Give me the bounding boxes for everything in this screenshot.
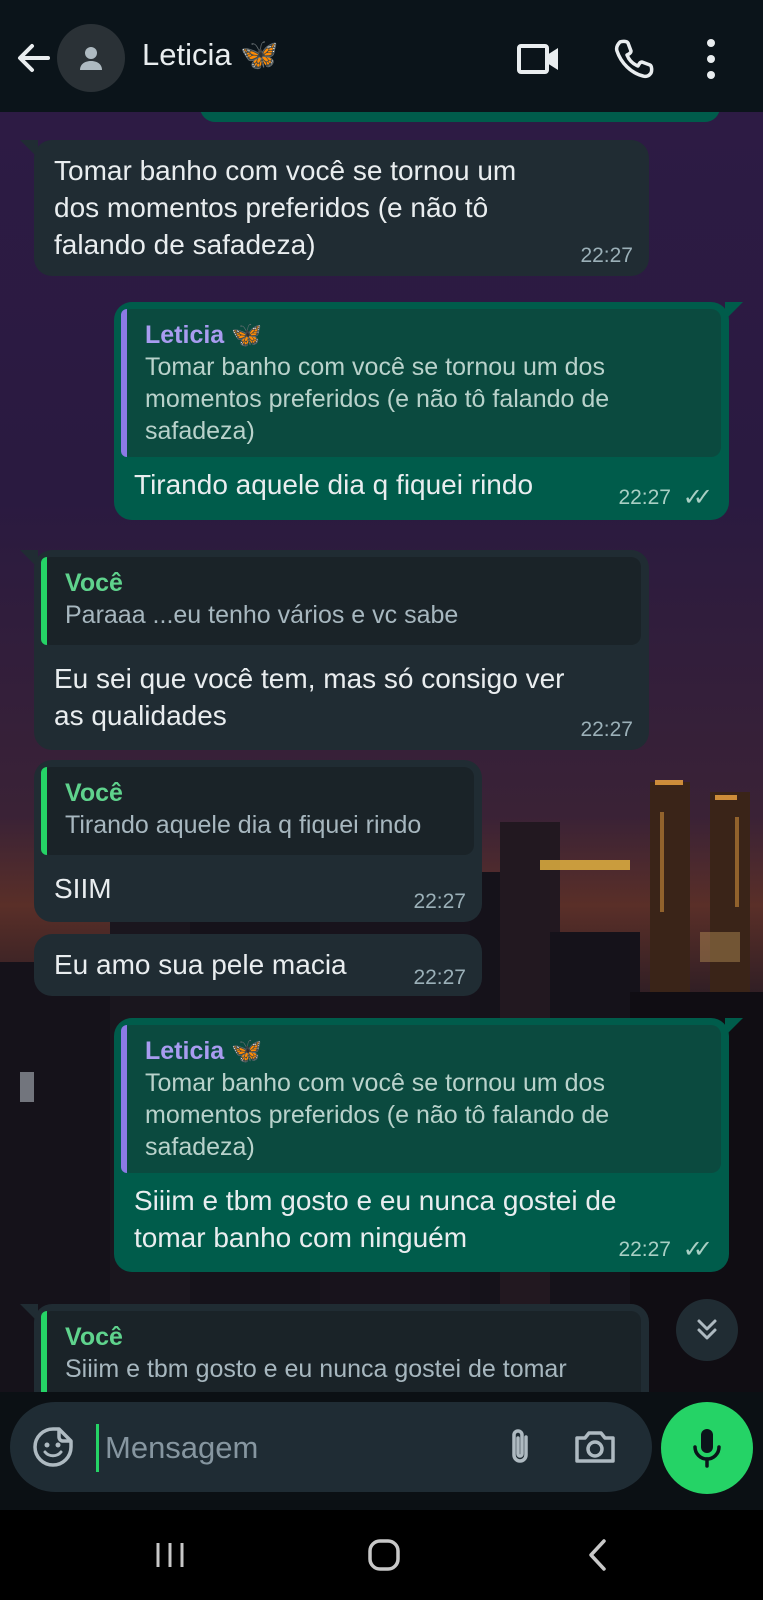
quoted-message[interactable]: Leticia 🦋 Tomar banho com você se tornou… xyxy=(121,1025,721,1173)
message-text: as qualidades xyxy=(54,700,227,731)
message-text: dos momentos preferidos (e não tô xyxy=(54,192,489,223)
voice-record-button[interactable] xyxy=(661,1402,753,1494)
message-bubble-incoming[interactable]: Você Siiim e tbm gosto e eu nunca gostei… xyxy=(34,1304,649,1392)
quoted-text: Siiim e tbm gosto e eu nunca gostei de t… xyxy=(65,1355,567,1383)
quoted-text: momentos preferidos (e não tô falando de xyxy=(145,385,610,413)
read-receipt-icon: ✓✓ xyxy=(682,1236,713,1263)
message-list[interactable]: Tomar banho com você se tornou um dos mo… xyxy=(0,112,763,1392)
recent-apps-icon[interactable] xyxy=(140,1530,200,1580)
message-text: Eu sei que você tem, mas só consigo ver xyxy=(54,663,565,694)
quoted-author: Leticia 🦋 xyxy=(145,321,263,349)
message-composer xyxy=(10,1402,652,1492)
message-bubble-incoming[interactable]: Eu amo sua pele macia 22:27 xyxy=(34,934,482,996)
message-text: falando de safadeza) xyxy=(54,229,316,260)
quoted-author: Você xyxy=(65,779,123,807)
quoted-author: Você xyxy=(65,1323,123,1351)
system-navigation-bar xyxy=(0,1510,763,1600)
quoted-text: Tirando aquele dia q fiquei rindo xyxy=(65,811,422,839)
message-text: Tirando aquele dia q fiquei rindo xyxy=(134,469,534,500)
quoted-message[interactable]: Você Paraaa ...eu tenho vários e vc sabe xyxy=(41,557,641,645)
read-receipt-icon: ✓✓ xyxy=(682,484,713,511)
message-time: 22:27 xyxy=(618,1238,671,1261)
message-time: 22:27 xyxy=(413,890,466,913)
message-bubble-incoming[interactable]: Tomar banho com você se tornou um dos mo… xyxy=(34,140,649,276)
quoted-text: Tomar banho com você se tornou um dos xyxy=(145,1069,605,1097)
nav-back-icon[interactable] xyxy=(568,1530,628,1580)
voice-call-icon[interactable] xyxy=(612,36,658,82)
sticker-icon[interactable] xyxy=(30,1424,76,1470)
avatar[interactable] xyxy=(57,24,125,92)
camera-icon[interactable] xyxy=(572,1424,618,1470)
message-bubble-outgoing[interactable] xyxy=(200,112,720,122)
quoted-author: Você xyxy=(65,569,123,597)
quoted-message[interactable]: Você Tirando aquele dia q fiquei rindo xyxy=(41,767,474,855)
message-time: 22:27 xyxy=(580,244,633,267)
quoted-text: Paraaa ...eu tenho vários e vc sabe xyxy=(65,601,459,629)
scroll-to-bottom-button[interactable] xyxy=(676,1299,738,1361)
quoted-message[interactable]: Leticia 🦋 Tomar banho com você se tornou… xyxy=(121,309,721,457)
quoted-author: Leticia 🦋 xyxy=(145,1037,263,1065)
message-bubble-incoming[interactable]: Você Tirando aquele dia q fiquei rindo S… xyxy=(34,760,482,922)
home-icon[interactable] xyxy=(354,1530,414,1580)
contact-name[interactable]: Leticia 🦋 xyxy=(142,36,279,73)
message-bubble-incoming[interactable]: Você Paraaa ...eu tenho vários e vc sabe… xyxy=(34,550,649,750)
message-text: Eu amo sua pele macia xyxy=(54,949,347,980)
microphone-icon xyxy=(693,1429,721,1468)
message-text: Siiim e tbm gosto e eu nunca gostei de xyxy=(134,1185,617,1216)
video-call-icon[interactable] xyxy=(516,36,562,82)
message-bubble-outgoing[interactable]: Leticia 🦋 Tomar banho com você se tornou… xyxy=(114,1018,729,1272)
message-text: SIIM xyxy=(54,873,112,904)
quoted-message[interactable]: Você Siiim e tbm gosto e eu nunca gostei… xyxy=(41,1311,641,1392)
message-bubble-outgoing[interactable]: Leticia 🦋 Tomar banho com você se tornou… xyxy=(114,302,729,520)
message-time: 22:27 xyxy=(580,718,633,741)
attach-icon[interactable] xyxy=(500,1424,540,1470)
message-input[interactable] xyxy=(96,1424,487,1472)
message-text: Tomar banho com você se tornou um xyxy=(54,155,517,186)
message-text: tomar banho com ninguém xyxy=(134,1222,468,1253)
chat-header: Leticia 🦋 xyxy=(0,0,763,112)
back-arrow-icon[interactable] xyxy=(12,36,56,80)
quoted-text: safadeza) xyxy=(145,1133,255,1161)
message-time: 22:27 xyxy=(618,486,671,509)
quoted-text: Tomar banho com você se tornou um dos xyxy=(145,353,605,381)
more-options-icon[interactable] xyxy=(696,36,726,82)
message-time: 22:27 xyxy=(413,966,466,989)
double-chevron-down-icon xyxy=(697,1319,717,1340)
avatar-placeholder-icon xyxy=(80,47,102,70)
quoted-text: safadeza) xyxy=(145,417,255,445)
quoted-text: momentos preferidos (e não tô falando de xyxy=(145,1101,610,1129)
